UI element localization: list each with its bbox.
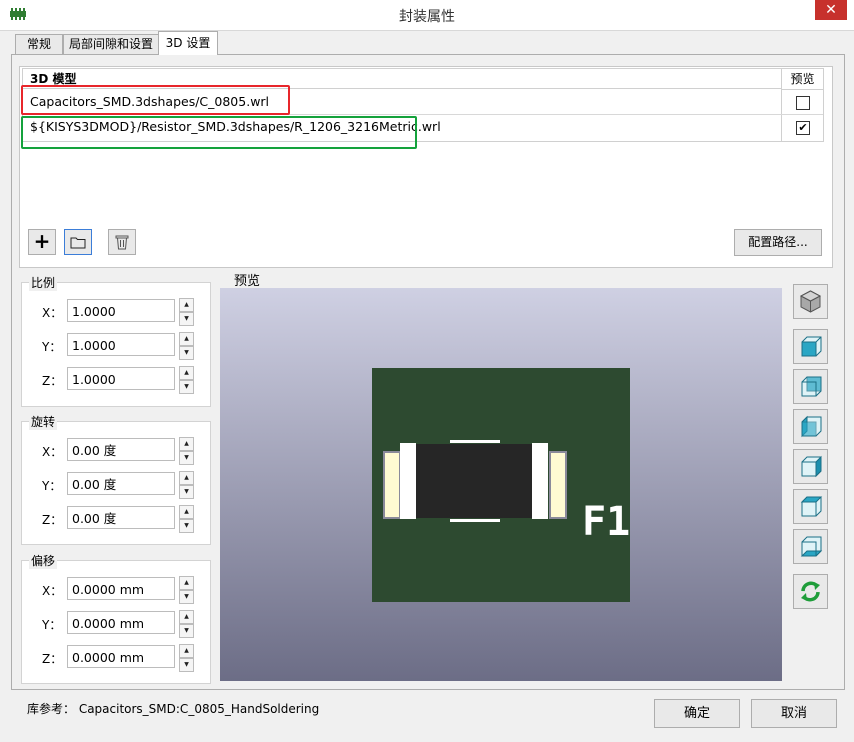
view-left-icon [801, 415, 822, 438]
offset-x-input[interactable]: 0.0000 mm [67, 577, 175, 600]
rotation-x-input[interactable]: 0.00 度 [67, 438, 175, 461]
scale-y-up[interactable]: ▲ [179, 332, 194, 346]
scale-z-input[interactable]: 1.0000 [67, 367, 175, 390]
preview-label: 预览 [234, 274, 261, 289]
rotation-x-down[interactable]: ▼ [179, 451, 194, 465]
top-silkscreen [450, 440, 500, 443]
view-right-button[interactable] [793, 449, 828, 484]
preview-checkbox[interactable] [796, 96, 810, 110]
view-top-button[interactable] [793, 489, 828, 524]
folder-icon [70, 237, 86, 249]
scale-x-input[interactable]: 1.0000 [67, 299, 175, 322]
offset-z-label: Z： [42, 652, 63, 666]
rotation-z-input[interactable]: 0.00 度 [67, 506, 175, 529]
column-header-preview: 预览 [782, 69, 823, 90]
offset-y-input[interactable]: 0.0000 mm [67, 611, 175, 634]
scale-x-down[interactable]: ▼ [179, 312, 194, 326]
view-back-icon [801, 376, 822, 397]
preview-checkbox[interactable]: ✔ [796, 121, 810, 135]
scale-x-label: X： [42, 306, 63, 320]
scale-x-up[interactable]: ▲ [179, 298, 194, 312]
checkmark-icon: ✔ [798, 121, 808, 134]
component-body [416, 444, 532, 518]
view-back-button[interactable] [793, 369, 828, 404]
cancel-button[interactable]: 取消 [751, 699, 837, 728]
right-terminal [532, 443, 548, 519]
ok-button[interactable]: 确定 [654, 699, 740, 728]
rotation-z-up[interactable]: ▲ [179, 505, 194, 519]
view-front-button[interactable] [793, 329, 828, 364]
preview-scene: F1 [372, 368, 630, 602]
bottom-silkscreen [450, 519, 500, 522]
rotation-y-up[interactable]: ▲ [179, 471, 194, 485]
title-bar: 封装属性 ✕ [0, 0, 854, 31]
scale-y-label: Y： [42, 340, 62, 354]
rotation-group-label: 旋转 [29, 413, 58, 430]
right-pad [549, 451, 567, 519]
scale-y-input[interactable]: 1.0000 [67, 333, 175, 356]
library-reference: 库参考： Capacitors_SMD:C_0805_HandSoldering [27, 702, 320, 716]
left-pad [383, 451, 401, 519]
trash-icon [115, 235, 129, 250]
offset-x-label: X： [42, 584, 63, 598]
tab-local-clearance[interactable]: 局部间隙和设置 [63, 34, 159, 54]
scale-y-down[interactable]: ▼ [179, 346, 194, 360]
rotation-y-down[interactable]: ▼ [179, 485, 194, 499]
reference-designator: F1 [582, 499, 630, 545]
3d-preview-viewport[interactable]: F1 [220, 288, 782, 681]
red-highlight-box [21, 85, 290, 115]
scale-group-label: 比例 [29, 274, 58, 291]
view-bottom-icon [800, 536, 823, 557]
offset-y-label: Y： [42, 618, 62, 632]
close-icon: ✕ [825, 2, 837, 18]
view-bottom-button[interactable] [793, 529, 828, 564]
view-right-icon [801, 455, 822, 478]
green-highlight-box [21, 116, 417, 149]
offset-y-up[interactable]: ▲ [179, 610, 194, 624]
plus-icon: + [33, 229, 51, 253]
rotation-z-label: Z： [42, 513, 63, 527]
close-button[interactable]: ✕ [815, 0, 847, 20]
rotation-x-up[interactable]: ▲ [179, 437, 194, 451]
offset-z-input[interactable]: 0.0000 mm [67, 645, 175, 668]
offset-x-down[interactable]: ▼ [179, 590, 194, 604]
tab-general[interactable]: 常规 [15, 34, 63, 54]
view-top-icon [800, 496, 823, 517]
scale-z-up[interactable]: ▲ [179, 366, 194, 380]
browse-model-button[interactable] [64, 229, 92, 255]
view-3d-button[interactable] [793, 284, 828, 319]
cube-icon [799, 290, 822, 313]
delete-model-button[interactable] [108, 229, 136, 255]
rotation-z-down[interactable]: ▼ [179, 519, 194, 533]
rotation-y-label: Y： [42, 479, 62, 493]
left-terminal [400, 443, 416, 519]
refresh-icon [801, 581, 820, 602]
scale-z-down[interactable]: ▼ [179, 380, 194, 394]
configure-paths-button[interactable]: 配置路径... [734, 229, 822, 256]
reload-view-button[interactable] [793, 574, 828, 609]
scale-z-label: Z： [42, 374, 63, 388]
view-left-button[interactable] [793, 409, 828, 444]
offset-y-down[interactable]: ▼ [179, 624, 194, 638]
offset-z-down[interactable]: ▼ [179, 658, 194, 672]
offset-group-label: 偏移 [29, 552, 58, 569]
offset-z-up[interactable]: ▲ [179, 644, 194, 658]
rotation-x-label: X： [42, 445, 63, 459]
tab-3d-settings[interactable]: 3D 设置 [158, 31, 218, 55]
window-title: 封装属性 [399, 9, 455, 25]
view-front-icon [801, 336, 822, 357]
rotation-y-input[interactable]: 0.00 度 [67, 472, 175, 495]
offset-x-up[interactable]: ▲ [179, 576, 194, 590]
add-model-button[interactable]: + [28, 229, 56, 255]
